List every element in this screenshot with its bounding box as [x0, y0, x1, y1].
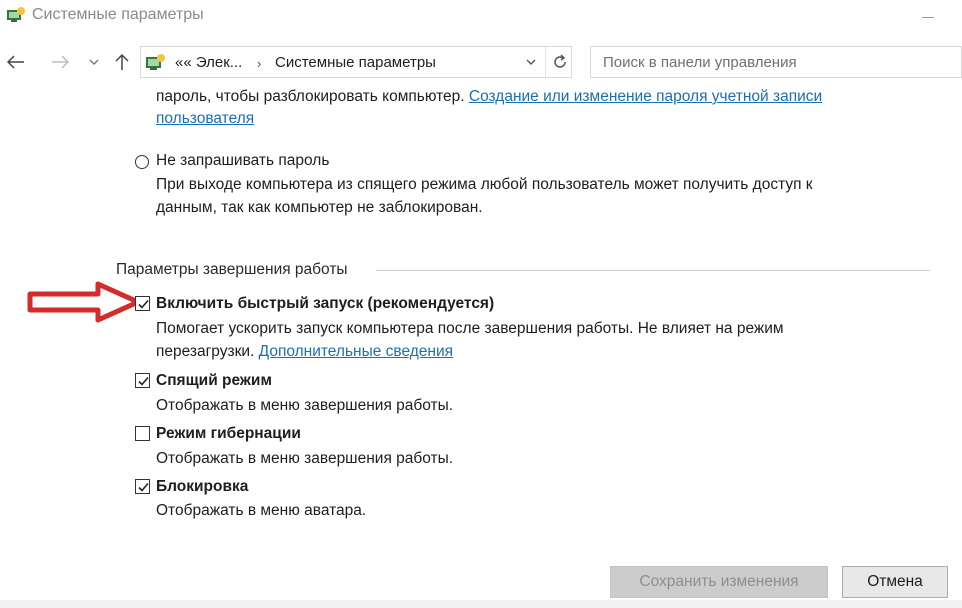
sleep-checkbox[interactable] — [135, 373, 150, 388]
red-arrow-icon — [26, 281, 144, 323]
cancel-button[interactable]: Отмена — [842, 566, 948, 598]
checkmark-icon — [138, 376, 149, 386]
chevron-down-icon — [526, 59, 536, 65]
checkmark-icon — [138, 299, 149, 309]
create-password-link[interactable]: Создание или изменение пароля учетной за… — [469, 88, 822, 105]
forward-arrow-icon — [52, 55, 69, 69]
address-bar[interactable]: «« Элек... › Системные параметры — [140, 46, 572, 78]
recent-dropdown-button[interactable] — [82, 50, 106, 74]
hibernate-checkbox[interactable] — [135, 426, 150, 441]
control-panel-icon — [6, 6, 26, 24]
checkmark-icon — [138, 482, 149, 492]
breadcrumb-parent[interactable]: «« Элек... — [175, 54, 242, 71]
minimize-button[interactable] — [908, 2, 948, 28]
lock-label[interactable]: Блокировка — [156, 478, 248, 496]
lock-desc: Отображать в меню аватара. — [156, 502, 367, 519]
section-divider — [376, 270, 930, 271]
window-bottom-edge — [0, 600, 962, 608]
create-password-link-cont[interactable]: пользователя — [156, 110, 254, 128]
password-section-text: пароль, чтобы разблокировать компьютер. … — [156, 88, 822, 106]
sleep-desc: Отображать в меню завершения работы. — [156, 397, 454, 414]
no-password-radio[interactable] — [135, 155, 149, 169]
refresh-icon — [554, 54, 566, 68]
fast-startup-desc-line-1: Помогает ускорить запуск компьютера посл… — [156, 320, 784, 337]
fast-startup-desc-line-2: перезагрузки. Дополнительные сведения — [156, 343, 453, 361]
back-button[interactable] — [4, 50, 28, 74]
hibernate-desc: Отображать в меню завершения работы. — [156, 450, 454, 467]
up-button[interactable] — [110, 50, 134, 74]
search-box[interactable]: Поиск в панели управления — [590, 46, 962, 78]
no-password-desc-line-1: При выходе компьютера из спящего режима … — [156, 176, 813, 193]
chevron-down-icon — [89, 59, 99, 65]
shutdown-section-title: Параметры завершения работы — [116, 261, 348, 278]
address-divider — [545, 47, 546, 77]
save-changes-button[interactable]: Сохранить изменения — [610, 566, 828, 598]
control-panel-icon — [145, 52, 167, 72]
window-title: Системные параметры — [32, 6, 204, 23]
refresh-button[interactable] — [549, 51, 571, 73]
search-placeholder: Поиск в панели управления — [603, 54, 797, 71]
fast-startup-label[interactable]: Включить быстрый запуск (рекомендуется) — [156, 295, 494, 313]
minimize-icon — [922, 16, 934, 18]
sleep-label[interactable]: Спящий режим — [156, 372, 272, 390]
back-arrow-icon — [7, 55, 24, 69]
lock-checkbox[interactable] — [135, 479, 150, 494]
fast-startup-desc-text: перезагрузки. — [156, 343, 255, 360]
no-password-desc-line-2: данным, так как компьютер не заблокирова… — [156, 199, 483, 216]
no-password-label[interactable]: Не запрашивать пароль — [156, 152, 329, 170]
breadcrumb-current[interactable]: Системные параметры — [275, 54, 436, 71]
more-info-link[interactable]: Дополнительные сведения — [259, 343, 453, 360]
fast-startup-checkbox[interactable] — [135, 296, 150, 311]
up-arrow-icon — [115, 53, 129, 70]
breadcrumb-chevron-icon: › — [257, 56, 262, 71]
hibernate-label[interactable]: Режим гибернации — [156, 425, 301, 443]
require-password-text: пароль, чтобы разблокировать компьютер. — [156, 88, 465, 105]
address-dropdown-button[interactable] — [523, 52, 539, 72]
forward-button[interactable] — [48, 50, 72, 74]
